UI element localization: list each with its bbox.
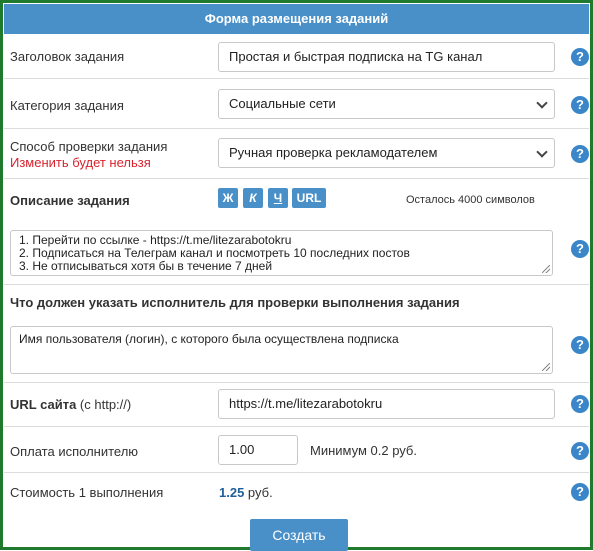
url-label-bold: URL сайта [10, 397, 77, 412]
category-label: Категория задания [10, 98, 124, 113]
payment-input[interactable]: 1.00 [218, 435, 298, 465]
description-label: Описание задания [10, 193, 130, 208]
chevron-down-icon [536, 97, 548, 109]
payment-min-note: Минимум 0.2 руб. [310, 443, 417, 458]
description-textarea[interactable]: 1. Перейти по ссылке - https://t.me/lite… [10, 230, 553, 276]
form-container: Форма размещения заданий Заголовок задан… [0, 0, 593, 551]
proof-value: Имя пользователя (логин), с которого был… [19, 332, 399, 346]
proof-textarea[interactable]: Имя пользователя (логин), с которого был… [10, 326, 553, 374]
verification-note: Изменить будет нельзя [10, 155, 151, 170]
cost-label: Стоимость 1 выполнения [10, 485, 164, 500]
char-counter: Осталось 4000 символов [406, 194, 535, 206]
help-icon[interactable]: ? [571, 96, 589, 114]
underline-button[interactable]: Ч [268, 188, 288, 208]
cost-display: 1.25 руб. [219, 485, 273, 500]
row-verification: Способ проверки задания Изменить будет н… [4, 129, 589, 179]
verification-value: Ручная проверка рекламодателем [229, 145, 438, 160]
task-title-input[interactable]: Простая и быстрая подписка на TG канал [218, 42, 555, 72]
verification-select[interactable]: Ручная проверка рекламодателем [218, 138, 555, 168]
task-title-label: Заголовок задания [10, 49, 125, 64]
help-icon[interactable]: ? [571, 336, 589, 354]
row-url: URL сайта (с http://) https://t.me/litez… [4, 383, 589, 427]
row-description: Описание задания Ж К Ч URL Осталось 4000… [4, 179, 589, 285]
cost-unit: руб. [244, 485, 273, 500]
category-value: Социальные сети [229, 96, 336, 111]
row-payment: Оплата исполнителю 1.00 Минимум 0.2 руб.… [4, 427, 589, 473]
help-icon[interactable]: ? [571, 240, 589, 258]
payment-label: Оплата исполнителю [10, 444, 139, 459]
help-icon[interactable]: ? [571, 483, 589, 501]
help-icon[interactable]: ? [571, 145, 589, 163]
row-cost: Стоимость 1 выполнения 1.25 руб. ? [4, 473, 589, 511]
row-task-title: Заголовок задания Простая и быстрая подп… [4, 35, 589, 79]
verification-label: Способ проверки задания [10, 139, 168, 154]
italic-button[interactable]: К [243, 188, 263, 208]
category-select[interactable]: Социальные сети [218, 89, 555, 119]
resize-handle[interactable] [542, 265, 550, 273]
create-button[interactable]: Создать [250, 519, 348, 551]
help-icon[interactable]: ? [571, 442, 589, 460]
row-category: Категория задания Социальные сети ? [4, 79, 589, 129]
chevron-down-icon [536, 146, 548, 158]
url-button[interactable]: URL [292, 188, 326, 208]
url-input[interactable]: https://t.me/litezarabotokru [218, 389, 555, 419]
cost-value: 1.25 [219, 485, 245, 500]
bold-button[interactable]: Ж [218, 188, 238, 208]
help-icon[interactable]: ? [571, 395, 589, 413]
url-label: URL сайта (с http://) [10, 397, 131, 412]
url-label-suffix: (с http://) [76, 397, 132, 412]
proof-label: Что должен указать исполнитель для прове… [10, 295, 460, 310]
form-header: Форма размещения заданий [4, 4, 589, 34]
description-line: 3. Не отписываться хотя бы в течение 7 д… [19, 259, 273, 273]
resize-handle[interactable] [542, 363, 550, 371]
row-proof: Что должен указать исполнитель для прове… [4, 285, 589, 383]
help-icon[interactable]: ? [571, 48, 589, 66]
